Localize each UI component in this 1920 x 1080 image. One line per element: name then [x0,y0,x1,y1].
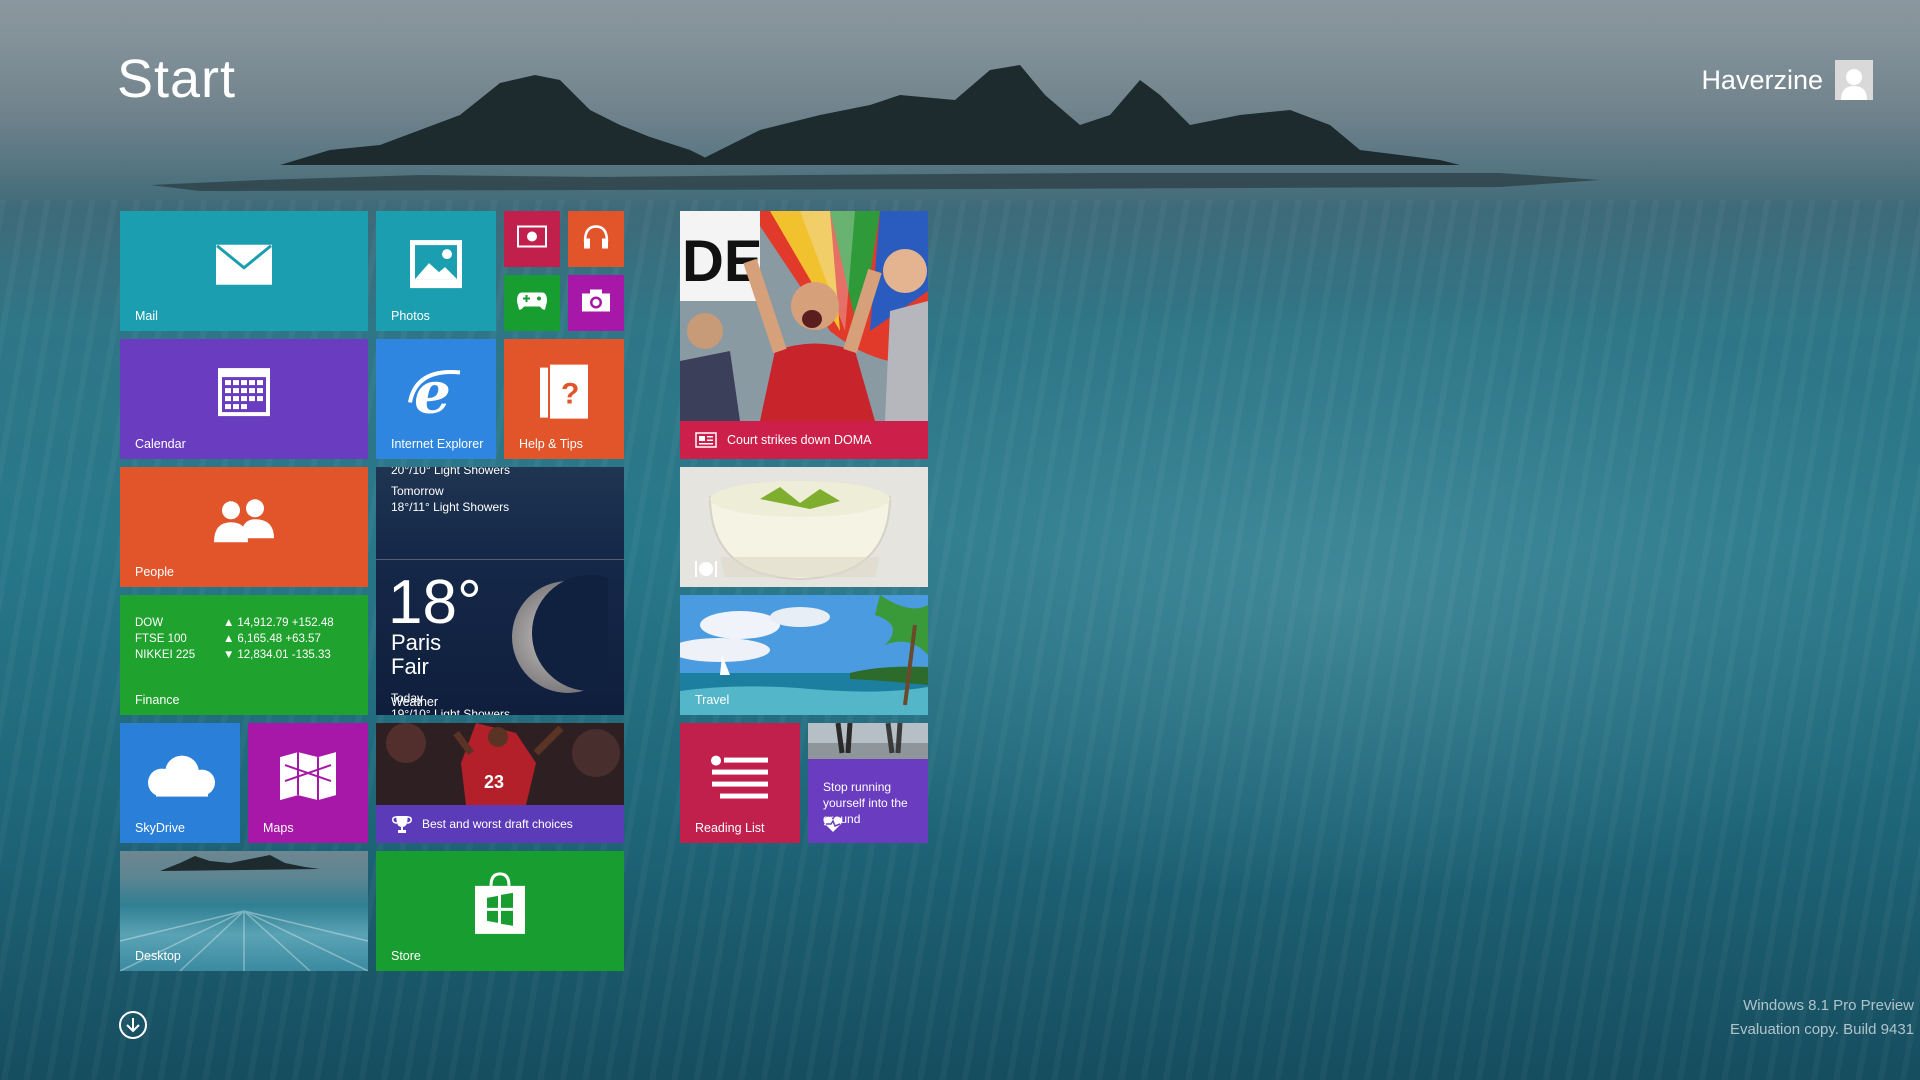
index-value: 12,834.01 -135.33 [237,649,331,661]
weather-forecast-top: 20°/10° Light Showers [391,467,511,477]
health-photo [808,723,928,759]
background-rocks [150,65,1600,191]
finance-tile-label: Finance [135,693,180,707]
weather-divider [376,559,624,560]
finance-quote-row: NIKKEI 225 ▼ 12,834.01 -135.33 [135,647,334,663]
mail-tile-label: Mail [135,309,158,323]
news-headline-bar: Court strikes down DOMA [680,421,928,459]
finance-quote-row: DOW ▲ 14,912.79 +152.48 [135,615,334,631]
people-icon [211,496,277,549]
watermark-edition: Windows 8.1 Pro Preview [1743,997,1914,1014]
user-account[interactable]: Haverzine [1701,60,1873,100]
finance-tile[interactable]: DOW ▲ 14,912.79 +152.48 FTSE 100 ▲ 6,165… [120,595,368,715]
weather-tile-label: Weather [391,695,439,709]
video-icon [517,225,547,253]
watermark-build: Evaluation copy. Build 9431 [1729,1021,1914,1038]
trophy-icon [392,816,412,833]
skydrive-tile-label: SkyDrive [135,821,186,835]
weather-temperature: 18° [388,568,482,637]
weather-tomorrow: Tomorrow [391,484,444,498]
svg-text:23: 23 [484,772,504,792]
photos-icon [409,239,463,294]
heart-pulse-icon [823,816,843,832]
travel-tile[interactable]: Travel [680,595,928,715]
trend-arrow: ▲ [223,633,235,645]
sports-headline: Best and worst draft choices [422,817,573,831]
store-tile-label: Store [391,949,421,963]
user-name: Haverzine [1701,64,1823,95]
arrow-down-icon [126,1018,140,1033]
weather-tomorrow-forecast: 18°/11° Light Showers [391,500,510,514]
index-name: DOW [135,617,164,629]
news-tile[interactable]: DE Court strikes down DOMA [680,211,928,459]
sports-photo: 23 [376,723,624,805]
fork-knife-icon [695,561,717,577]
index-name: FTSE 100 [135,633,187,645]
build-watermark: Windows 8.1 Pro Preview Evaluation copy.… [1730,994,1914,1042]
weather-tile[interactable]: 20°/10° Light Showers Tomorrow 18°/11° L… [376,467,624,715]
news-headline: Court strikes down DOMA [727,433,872,447]
music-tile[interactable] [568,211,624,267]
store-bag-icon [473,870,527,941]
page-title: Start [117,49,237,109]
games-tile[interactable] [504,275,560,331]
reading-list-icon [710,755,770,804]
camera-tile[interactable] [568,275,624,331]
people-tile-label: People [135,565,174,579]
sports-tile[interactable]: 23 Best and worst draft choices [376,723,624,843]
camera-icon [581,289,611,318]
map-icon [279,751,337,806]
cloud-icon [140,755,220,804]
store-tile[interactable]: Store [376,851,624,971]
calendar-tile-label: Calendar [135,437,186,451]
trend-arrow: ▲ [223,617,235,629]
skydrive-tile[interactable]: SkyDrive [120,723,240,843]
all-apps-button[interactable] [119,1011,147,1039]
mail-tile[interactable]: Mail [120,211,368,331]
index-value: 14,912.79 +152.48 [237,617,334,629]
desktop-tile[interactable]: Desktop [120,851,368,971]
photos-tile[interactable]: Photos [376,211,496,331]
sports-headline-bar: Best and worst draft choices [376,805,624,843]
calendar-icon [217,367,271,422]
desktop-tile-label: Desktop [135,949,181,963]
video-tile[interactable] [504,211,560,267]
finance-quote-row: FTSE 100 ▲ 6,165.48 +63.57 [135,631,334,647]
help-book-icon: ? [539,364,589,425]
headphones-icon [582,224,610,255]
calendar-tile[interactable]: Calendar [120,339,368,459]
finance-quotes: DOW ▲ 14,912.79 +152.48 FTSE 100 ▲ 6,165… [135,615,334,663]
reading-list-tile[interactable]: Reading List [680,723,800,843]
help-tips-tile-label: Help & Tips [519,437,583,451]
moon-icon [512,575,608,693]
index-name: NIKKEI 225 [135,649,196,661]
maps-tile-label: Maps [263,821,294,835]
mail-icon [215,244,273,291]
internet-explorer-tile[interactable]: e Internet Explorer [376,339,496,459]
food-drink-tile[interactable] [680,467,928,587]
index-value: 6,165.48 +63.57 [237,633,321,645]
reading-list-tile-label: Reading List [695,821,765,835]
trend-arrow: ▼ [223,649,235,661]
photos-tile-label: Photos [391,309,430,323]
internet-explorer-icon: e [406,358,466,426]
maps-tile[interactable]: Maps [248,723,368,843]
help-tips-tile[interactable]: ? Help & Tips [504,339,624,459]
travel-tile-label: Travel [695,693,730,707]
weather-condition: Fair [391,654,429,679]
game-controller-icon [516,290,548,317]
internet-explorer-tile-label: Internet Explorer [391,437,484,451]
weather-city: Paris [391,630,442,655]
people-tile[interactable]: People [120,467,368,587]
svg-text:?: ? [561,378,579,411]
news-photo: DE [680,211,928,421]
health-fitness-tile[interactable]: Stop running yourself into the ground [808,723,928,843]
avatar [1835,60,1873,100]
newspaper-icon [695,432,717,448]
